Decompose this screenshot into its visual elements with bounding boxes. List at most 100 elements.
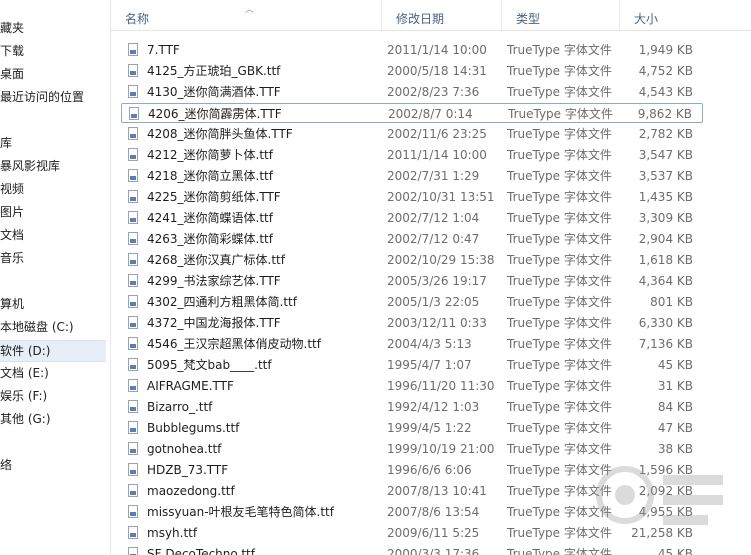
file-row[interactable]: SF DecoTechno.ttf 2000/3/3 17:36 TrueType … [121, 544, 703, 555]
file-row[interactable]: Bizarro_.ttf 1992/4/12 1:03 TrueType 字体文件 8… [121, 397, 703, 417]
file-row[interactable]: 4299_书法家综艺体.TTF 2005/3/26 19:17 TrueType 字… [121, 271, 703, 291]
file-row[interactable]: 4263_迷你简彩蝶体.ttf 2002/7/12 0:47 TrueType 字体… [121, 229, 703, 249]
nav-item-label: 软件 (D:) [0, 344, 51, 358]
file-name: 4263_迷你简彩蝶体.ttf [147, 232, 273, 246]
file-modified-date: 2002/10/29 15:38 [387, 253, 495, 267]
file-size: 1,618 KB [638, 253, 693, 267]
file-row[interactable]: 4206_迷你简霹雳体.TTF 2002/8/7 0:14 TrueType 字体文… [121, 103, 703, 123]
file-name: 4125_方正琥珀_GBK.ttf [147, 64, 281, 78]
nav-item-drive-d[interactable]: 软件 (D:) [0, 340, 106, 362]
file-modified-date: 2011/1/14 10:00 [387, 43, 487, 57]
nav-item-pictures[interactable]: 图片 [0, 202, 104, 222]
file-size: 1,949 KB [638, 43, 693, 57]
file-size: 2,904 KB [638, 232, 693, 246]
file-modified-date: 1996/11/20 11:30 [387, 379, 495, 393]
nav-item-documents[interactable]: 文档 [0, 225, 104, 245]
file-row[interactable]: missyuan-叶根友毛笔特色简体.ttf 2007/8/6 13:54 True… [121, 502, 703, 522]
nav-item-favorites[interactable]: 藏夹 [0, 18, 104, 38]
truetype-font-file-icon [128, 547, 138, 555]
file-type: TrueType 字体文件 [507, 316, 612, 330]
column-type-label: 类型 [516, 12, 541, 26]
file-size: 9,862 KB [637, 107, 692, 121]
nav-item-label: 藏夹 [0, 21, 25, 35]
file-modified-date: 1999/4/5 1:22 [387, 421, 472, 435]
column-size[interactable]: 大小 [619, 0, 751, 30]
truetype-font-file-icon [128, 232, 138, 245]
file-name: Bubblegums.ttf [147, 421, 240, 435]
file-row[interactable]: 4208_迷你简胖头鱼体.TTF 2002/11/6 23:25 TrueType … [121, 124, 703, 144]
file-size: 84 KB [657, 400, 693, 414]
nav-item-label: 音乐 [0, 251, 25, 265]
nav-item-drive-f[interactable]: 娱乐 (F:) [0, 386, 104, 406]
truetype-font-file-icon [128, 505, 138, 518]
file-name: 4372_中国龙海报体.TTF [147, 316, 281, 330]
truetype-font-file-icon [128, 190, 138, 203]
file-row[interactable]: 4241_迷你简蝶语体.ttf 2002/7/12 1:04 TrueType 字体… [121, 208, 703, 228]
column-name[interactable]: 名称 [111, 0, 381, 30]
truetype-font-file-icon [128, 379, 138, 392]
nav-item-music[interactable]: 音乐 [0, 248, 104, 268]
file-type: TrueType 字体文件 [507, 64, 612, 78]
file-size: 45 KB [657, 358, 693, 372]
truetype-font-file-icon [128, 442, 138, 455]
truetype-font-file-icon [128, 274, 138, 287]
truetype-font-file-icon [128, 295, 138, 308]
file-row[interactable]: msyh.ttf 2009/6/11 5:25 TrueType 字体文件 21,25… [121, 523, 703, 543]
file-type: TrueType 字体文件 [507, 421, 612, 435]
file-row[interactable]: 4225_迷你简剪纸体.TTF 2002/10/31 13:51 TrueType … [121, 187, 703, 207]
file-row[interactable]: 4546_王汉宗超黑体俏皮动物.ttf 2004/4/3 5:13 TrueType… [121, 334, 703, 354]
truetype-font-file-icon [129, 107, 139, 120]
file-type: TrueType 字体文件 [507, 169, 612, 183]
nav-item-downloads[interactable]: 下载 [0, 41, 104, 61]
file-size: 4,543 KB [638, 85, 693, 99]
file-size: 45 KB [657, 547, 693, 555]
file-row[interactable]: 4130_迷你简满酒体.TTF 2002/8/23 7:36 TrueType 字体… [121, 82, 703, 102]
truetype-font-file-icon [128, 253, 138, 266]
file-row[interactable]: 4302_四通利方粗黑体简.ttf 2005/1/3 22:05 TrueType … [121, 292, 703, 312]
file-row[interactable]: 4212_迷你简萝卜体.ttf 2011/1/14 10:00 TrueType 字… [121, 145, 703, 165]
nav-item-drive-c[interactable]: 本地磁盘 (C:) [0, 317, 104, 337]
nav-item-label: 下载 [0, 44, 25, 58]
nav-item-drive-g[interactable]: 其他 (G:) [0, 409, 104, 429]
file-row[interactable]: 4372_中国龙海报体.TTF 2003/12/11 0:33 TrueType 字… [121, 313, 703, 333]
file-type: TrueType 字体文件 [507, 337, 612, 351]
file-row[interactable]: 7.TTF 2011/1/14 10:00 TrueType 字体文件 1,949 K… [121, 40, 703, 60]
nav-item-desktop[interactable]: 桌面 [0, 64, 104, 84]
file-row[interactable]: gotnohea.ttf 1999/10/19 21:00 TrueType 字体文… [121, 439, 703, 459]
truetype-font-file-icon [128, 211, 138, 224]
file-type: TrueType 字体文件 [507, 43, 612, 57]
file-type: TrueType 字体文件 [507, 274, 612, 288]
nav-item-computer[interactable]: 算机 [0, 294, 104, 314]
file-type: TrueType 字体文件 [507, 232, 612, 246]
nav-item-baofeng-library[interactable]: 暴风影视库 [0, 156, 104, 176]
nav-item-recent-places[interactable]: 最近访问的位置 [0, 87, 104, 107]
file-type: TrueType 字体文件 [508, 107, 613, 121]
file-row[interactable]: 5095_梵文bab____.ttf 1995/4/7 1:07 TrueType … [121, 355, 703, 375]
nav-item-drive-e[interactable]: 文档 (E:) [0, 363, 104, 383]
nav-item-libraries[interactable]: 库 [0, 133, 104, 153]
file-row[interactable]: 4268_迷你汉真广标体.ttf 2002/10/29 15:38 TrueType… [121, 250, 703, 270]
nav-item-videos[interactable]: 视频 [0, 179, 104, 199]
file-size: 2,092 KB [638, 484, 693, 498]
nav-item-label: 算机 [0, 297, 25, 311]
file-name: 4130_迷你简满酒体.TTF [147, 85, 281, 99]
file-row[interactable]: maozedong.ttf 2007/8/13 10:41 TrueType 字体文… [121, 481, 703, 501]
column-type[interactable]: 类型 [501, 0, 619, 30]
nav-item-network[interactable]: 络 [0, 455, 104, 475]
file-size: 1,596 KB [638, 463, 693, 477]
file-type: TrueType 字体文件 [507, 295, 612, 309]
file-row[interactable]: AIFRAGME.TTF 1996/11/20 11:30 TrueType 字体文… [121, 376, 703, 396]
file-row[interactable]: Bubblegums.ttf 1999/4/5 1:22 TrueType 字体文件… [121, 418, 703, 438]
file-modified-date: 2002/10/31 13:51 [387, 190, 495, 204]
file-row[interactable]: HDZB_73.TTF 1996/6/6 6:06 TrueType 字体文件 1,5… [121, 460, 703, 480]
file-row[interactable]: 4125_方正琥珀_GBK.ttf 2000/5/18 14:31 TrueType… [121, 61, 703, 81]
file-row[interactable]: 4218_迷你简立黑体.ttf 2002/7/31 1:29 TrueType 字体… [121, 166, 703, 186]
file-modified-date: 2007/8/6 13:54 [387, 505, 480, 519]
column-date[interactable]: 修改日期 [381, 0, 501, 30]
file-name: 7.TTF [147, 43, 180, 57]
nav-item-label: 图片 [0, 205, 25, 219]
file-size: 4,364 KB [638, 274, 693, 288]
file-type: TrueType 字体文件 [507, 85, 612, 99]
truetype-font-file-icon [128, 43, 138, 56]
file-type: TrueType 字体文件 [507, 211, 612, 225]
